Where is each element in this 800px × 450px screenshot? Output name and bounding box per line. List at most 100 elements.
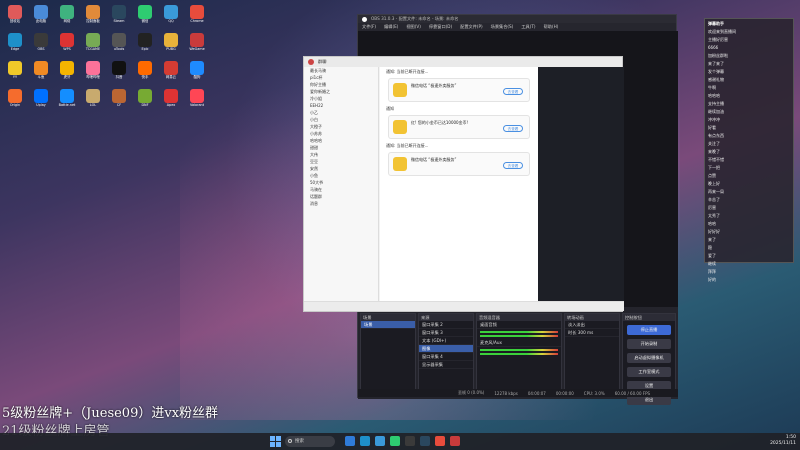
desktop-icon[interactable]: 回收站 — [4, 4, 26, 30]
desktop-icon[interactable]: WPS — [56, 32, 78, 58]
desktop-icon[interactable]: OBS — [30, 32, 52, 58]
source-item[interactable]: 窗口采集 3 — [419, 329, 473, 337]
desktop-icon[interactable]: 此电脑 — [30, 4, 52, 30]
system-tray-clock[interactable]: 1:50 2025/11/11 — [770, 435, 796, 447]
desktop-icon-label: QQ — [168, 19, 174, 23]
desktop-icon[interactable]: YY — [4, 60, 26, 86]
desktop-icon[interactable]: 快手 — [134, 60, 156, 86]
desktop-icon[interactable]: CF — [108, 88, 130, 114]
source-item[interactable]: 显示器采集 — [419, 361, 473, 369]
contact-item[interactable]: 大伟 — [304, 151, 378, 158]
message-card[interactable]: 微信电话 “极速外卖服务” 去查看 — [388, 152, 530, 176]
control-button[interactable]: 启动虚拟摄像机 — [627, 353, 671, 363]
contact-item[interactable]: 小白 — [304, 116, 378, 123]
desktop-icon[interactable]: Chrome — [186, 4, 208, 30]
app-icon — [112, 5, 126, 19]
scene-item[interactable]: 场景 — [361, 321, 415, 329]
contact-item[interactable]: 消息 — [304, 200, 378, 207]
contact-item[interactable]: 最长马骑 — [304, 67, 378, 74]
desktop-icon[interactable]: 微信 — [134, 4, 156, 30]
obs-menu-item[interactable]: 停靠窗口(D) — [429, 24, 452, 30]
obs-menu-item[interactable]: 配置文件(P) — [460, 24, 483, 30]
edge-icon[interactable] — [360, 436, 370, 446]
control-button[interactable]: 停止直播 — [627, 325, 671, 335]
message-card[interactable]: 微信电话 “极速外卖服务” 去查看 — [388, 78, 530, 102]
contact-item[interactable]: 马骑在 — [304, 186, 378, 193]
desktop-icon[interactable]: TCGAME — [82, 32, 104, 58]
wegame-icon[interactable] — [450, 436, 460, 446]
desktop-icon[interactable]: 抖音 — [108, 60, 130, 86]
desktop-icon[interactable]: 控制面板 — [82, 4, 104, 30]
contact-item[interactable]: 爱你新婚之 — [304, 88, 378, 95]
contact-item[interactable]: pi1c杯 — [304, 74, 378, 81]
contact-item[interactable]: 安然 — [304, 165, 378, 172]
audio-mixer-title: 音频混音器 — [477, 314, 561, 321]
card-button[interactable]: 去查看 — [503, 162, 523, 169]
desktop-icon[interactable]: LOL — [82, 88, 104, 114]
status-bitrate: 12278 kbps — [494, 390, 518, 396]
app-icon — [8, 61, 22, 75]
message-card[interactable]: 红! 您的小金币已达10000金币! 去查看 — [388, 115, 530, 139]
contact-item[interactable]: 大橙子 — [304, 123, 378, 130]
card-button[interactable]: 去查看 — [503, 88, 523, 95]
contact-item[interactable]: EEH22 — [304, 102, 378, 109]
contact-item[interactable]: 小鱼 — [304, 172, 378, 179]
control-button[interactable]: 开始录制 — [627, 339, 671, 349]
steam-icon[interactable] — [420, 436, 430, 446]
source-item[interactable]: 窗口采集 4 — [419, 353, 473, 361]
desktop-icon[interactable]: Epic — [134, 32, 156, 58]
taskbar-search[interactable]: 搜索 — [285, 436, 335, 447]
obs-menu-item[interactable]: 工具(T) — [521, 24, 535, 30]
transition-select[interactable]: 淡入淡出 — [565, 321, 619, 329]
chrome-icon[interactable] — [435, 436, 445, 446]
desktop-icon[interactable]: 网易云 — [160, 60, 182, 86]
avatar[interactable] — [308, 59, 314, 65]
obs-menu-item[interactable]: 视图(V) — [406, 24, 421, 30]
desktop-icon[interactable]: QQ — [160, 4, 182, 30]
source-item[interactable]: 文本 (GDI+) — [419, 337, 473, 345]
qq-icon[interactable] — [375, 436, 385, 446]
desktop-icon[interactable]: Steam — [108, 4, 130, 30]
file-explorer-icon[interactable] — [345, 436, 355, 446]
desktop-icon[interactable]: 网络 — [56, 4, 78, 30]
contact-item[interactable]: 甜甜 — [304, 144, 378, 151]
obs-menu-item[interactable]: 帮助(H) — [544, 24, 559, 30]
desktop-icon[interactable]: Battle.net — [56, 88, 78, 114]
transitions-title: 转场动画 — [565, 314, 619, 321]
contact-item[interactable]: 豆豆 — [304, 158, 378, 165]
source-item[interactable]: 图像 — [419, 345, 473, 353]
control-button[interactable]: 工作室模式 — [627, 367, 671, 377]
card-title: 红! 您的小金币已达10000金币! — [411, 120, 469, 125]
contact-item[interactable]: 哈哈哈 — [304, 137, 378, 144]
contact-item[interactable]: 50大爷 — [304, 179, 378, 186]
contact-item[interactable]: 冷小姐 — [304, 95, 378, 102]
contact-item[interactable]: 你好主播 — [304, 81, 378, 88]
desktop-icon[interactable]: Valorant — [186, 88, 208, 114]
desktop-icon[interactable]: 酷狗 — [186, 60, 208, 86]
source-item[interactable]: 窗口采集 2 — [419, 321, 473, 329]
desktop-icon[interactable]: 哔哩哔哩 — [82, 60, 104, 86]
desktop-icon[interactable]: Apex — [160, 88, 182, 114]
obs-menu-item[interactable]: 文件(F) — [362, 24, 376, 30]
desktop-icon[interactable]: 斗鱼 — [30, 60, 52, 86]
desktop-icon[interactable]: Edge — [4, 32, 26, 58]
desktop-icon[interactable]: WeGame — [186, 32, 208, 58]
desktop-icon[interactable]: Origin — [4, 88, 26, 114]
desktop-icon[interactable]: uTools — [108, 32, 130, 58]
desktop-icon[interactable]: Uplay — [30, 88, 52, 114]
obs-icon[interactable] — [405, 436, 415, 446]
contact-item[interactable]: 小乙 — [304, 109, 378, 116]
card-button[interactable]: 去查看 — [503, 125, 523, 132]
desktop-icon[interactable]: 虎牙 — [56, 60, 78, 86]
contact-item[interactable]: 小苏苏 — [304, 130, 378, 137]
windows-start-icon[interactable] — [270, 436, 281, 447]
desktop-icon[interactable]: PUBG — [160, 32, 182, 58]
wechat-icon[interactable] — [390, 436, 400, 446]
transition-duration[interactable]: 时长 300 ms — [565, 329, 619, 337]
obs-menu-item[interactable]: 编辑(E) — [384, 24, 398, 30]
desktop-icon-label: 网易云 — [165, 75, 177, 79]
desktop-icon[interactable]: DNF — [134, 88, 156, 114]
obs-menu-item[interactable]: 场景集合(S) — [491, 24, 514, 30]
contact-item[interactable]: 话题群 — [304, 193, 378, 200]
desktop-icon-label: DNF — [141, 103, 149, 107]
